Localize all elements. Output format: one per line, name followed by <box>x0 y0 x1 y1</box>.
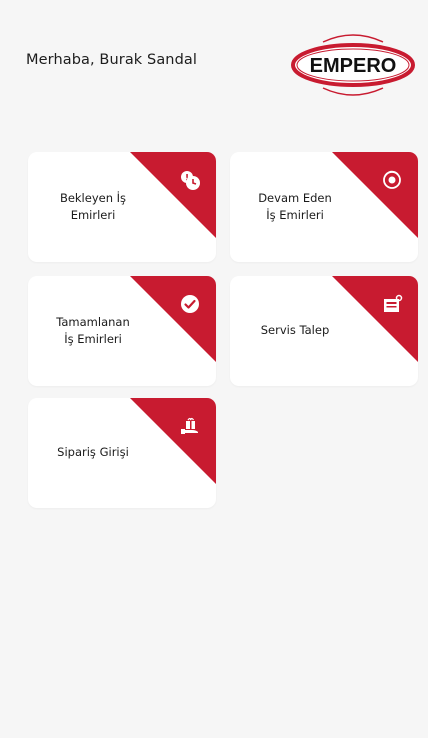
header: Merhaba, Burak Sandal EMPERO <box>0 0 428 120</box>
service-request-icon <box>384 294 403 312</box>
card-label: Sipariş Girişi <box>57 445 129 459</box>
card-label: Tamamlanan İş Emirleri <box>56 315 130 346</box>
card-completed-work-orders[interactable]: Tamamlanan İş Emirleri <box>28 276 216 386</box>
card-pending-work-orders[interactable]: ! Bekleyen İş Emirleri <box>28 152 216 262</box>
card-in-progress-work-orders[interactable]: Devam Eden İş Emirleri <box>230 152 418 262</box>
card-label: Servis Talep <box>260 323 330 337</box>
clock-alert-icon: ! <box>181 171 200 190</box>
greeting-text: Merhaba, Burak Sandal <box>26 52 198 68</box>
check-circle-icon <box>181 295 199 313</box>
card-label: Devam Eden İş Emirleri <box>258 191 332 222</box>
card-service-request[interactable]: Servis Talep <box>230 276 418 386</box>
logo-text: EMPERO <box>310 55 397 77</box>
card-corner-accent <box>130 398 216 484</box>
sync-gear-icon <box>383 170 401 189</box>
empero-logo: EMPERO <box>291 34 415 96</box>
card-label: Bekleyen İş Emirleri <box>59 191 127 222</box>
card-order-entry[interactable]: Sipariş Girişi <box>28 398 216 508</box>
card-corner-accent <box>332 276 418 362</box>
order-entry-icon <box>181 417 198 434</box>
